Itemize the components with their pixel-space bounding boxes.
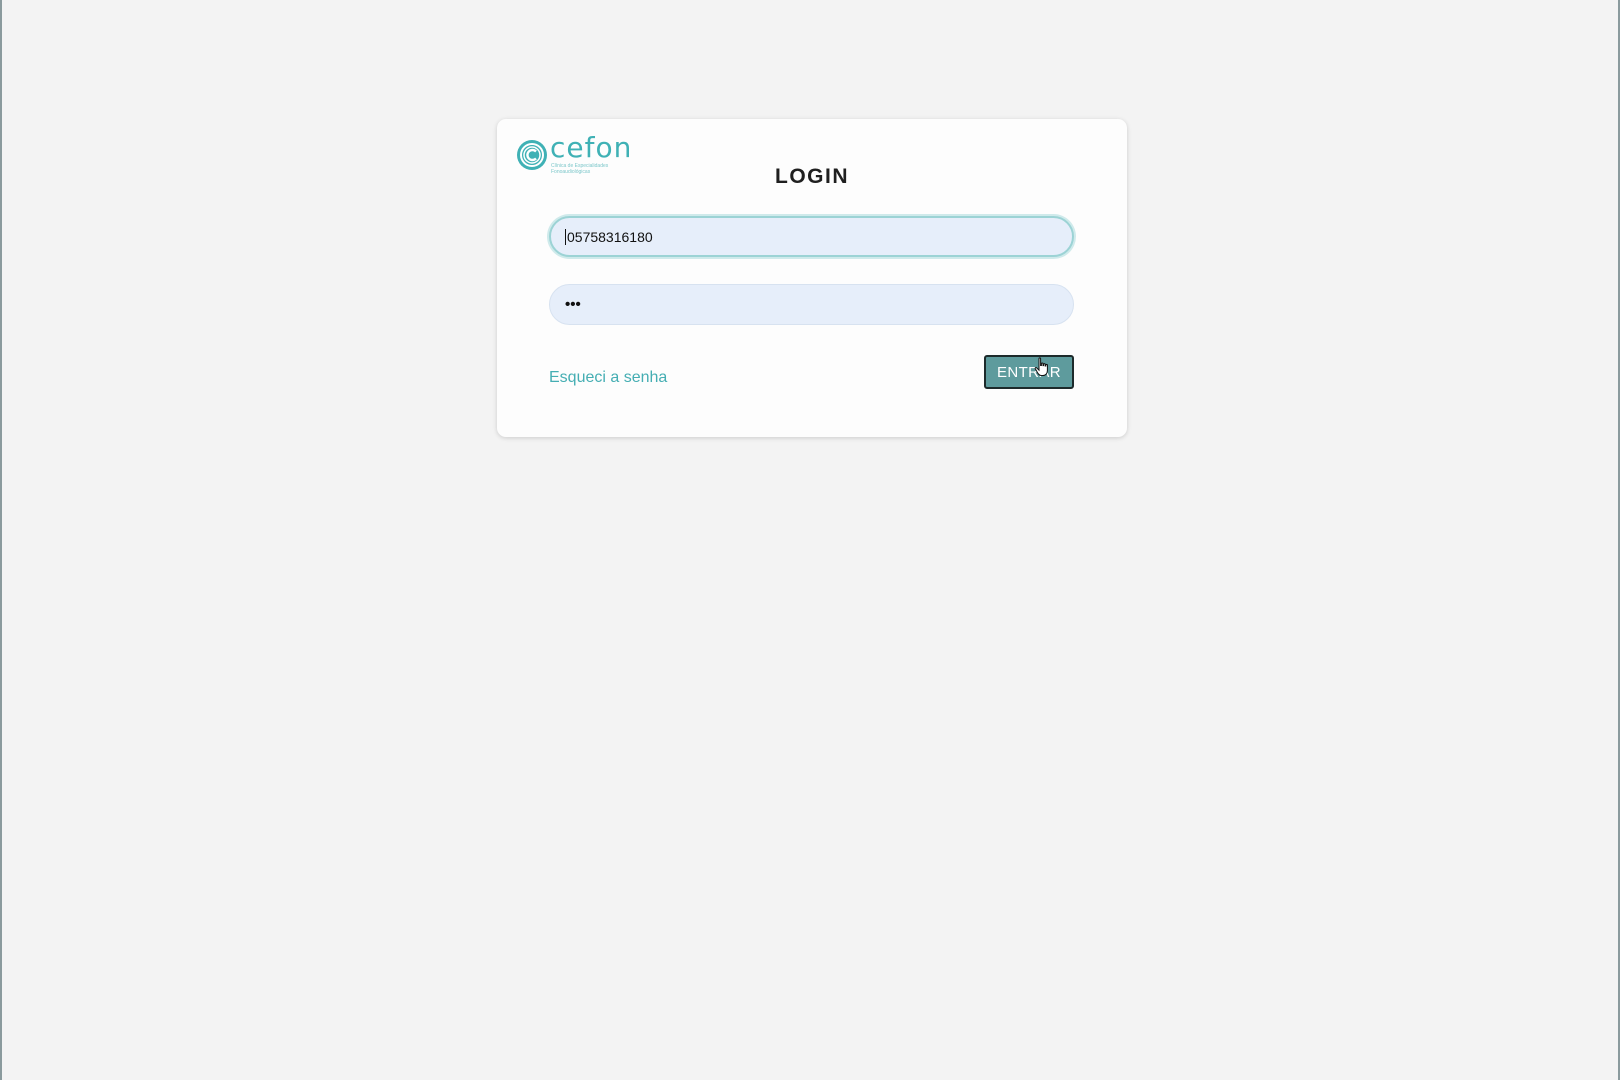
- text-caret: [565, 229, 566, 245]
- page-title: LOGIN: [775, 165, 849, 188]
- login-card: cefon Clínica de Especialidades Fonoaudi…: [497, 119, 1127, 437]
- enter-button[interactable]: ENTRAR: [984, 355, 1074, 389]
- password-field[interactable]: •••: [549, 284, 1074, 325]
- username-value: 05758316180: [567, 229, 653, 245]
- forgot-password-link[interactable]: Esqueci a senha: [549, 369, 667, 387]
- username-field[interactable]: 05758316180: [549, 216, 1074, 257]
- username-value-wrap: 05758316180: [565, 218, 653, 257]
- brand-name: cefon: [550, 131, 633, 164]
- password-value: •••: [565, 296, 581, 313]
- window-left-border: [0, 0, 2, 1080]
